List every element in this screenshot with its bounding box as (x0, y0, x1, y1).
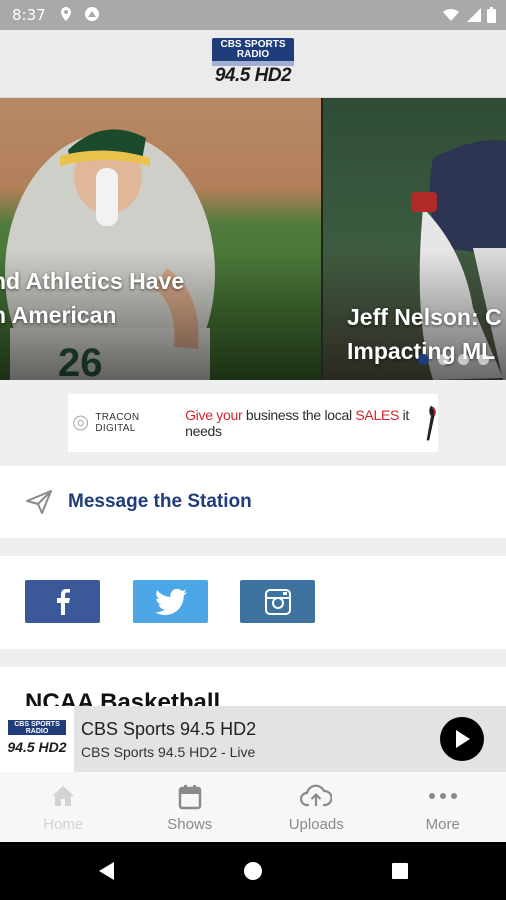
cloud-upload-icon (300, 784, 333, 807)
slide-headline-line1: Jeff Nelson: C (347, 304, 502, 330)
twitter-button[interactable] (133, 580, 208, 623)
player-title: CBS Sports 94.5 HD2 (81, 719, 257, 739)
play-button[interactable] (440, 717, 484, 761)
facebook-button[interactable] (25, 580, 100, 623)
ad-text-body: business the local (242, 407, 356, 423)
player-logo-brand: CBS SPORTS RADIO (8, 720, 66, 735)
tab-more[interactable]: More (380, 772, 506, 842)
ad-text: Give your business the local SALES it ne… (185, 407, 414, 439)
mini-player[interactable]: CBS SPORTS RADIO 94.5 HD2 CBS Sports 94.… (0, 706, 506, 772)
home-nav-icon[interactable] (243, 861, 263, 881)
home-icon (52, 786, 75, 806)
send-icon (26, 490, 52, 514)
player-logo-frequency: 94.5 HD2 (7, 739, 67, 755)
player-station-logo: CBS SPORTS RADIO 94.5 HD2 (0, 706, 74, 772)
message-station-card[interactable]: Message the Station (0, 466, 506, 538)
slide-headline: nd Athletics Have n American (0, 264, 184, 332)
carousel-slide[interactable]: Jeff Nelson: C Impacting ML (323, 98, 506, 380)
logo-brand: CBS SPORTS RADIO (212, 38, 294, 61)
carousel-dot[interactable] (458, 354, 469, 365)
app-header: CBS SPORTS RADIO 94.5 HD2 (0, 30, 506, 98)
status-time: 8:37 (12, 6, 46, 24)
android-nav-bar (0, 842, 506, 900)
instagram-icon (264, 588, 291, 615)
player-subtitle: CBS Sports 94.5 HD2 - Live (81, 744, 256, 760)
tab-more-label: More (425, 816, 460, 833)
tracon-logo-icon (73, 415, 89, 431)
recents-icon[interactable] (390, 861, 410, 881)
section-title: NCAA Basketball (25, 689, 221, 707)
ad-text-sales: SALES (355, 407, 400, 423)
carousel-dot[interactable] (438, 354, 449, 365)
slide-headline-line2: n American (0, 302, 117, 328)
carousel-dot[interactable] (478, 354, 489, 365)
carousel-dot[interactable] (418, 354, 429, 365)
ad-banner[interactable]: TRACON DIGITAL Give your business the lo… (68, 394, 438, 452)
twitter-icon (154, 588, 187, 615)
back-icon[interactable] (96, 861, 116, 881)
ad-brand: TRACON DIGITAL (95, 412, 140, 434)
tab-home[interactable]: Home (0, 772, 127, 842)
microphone-graphic (426, 405, 436, 441)
logo-frequency: 94.5 HD2 (214, 65, 292, 86)
tab-uploads[interactable]: Uploads (253, 772, 380, 842)
vpn-icon (85, 7, 99, 21)
carousel-slide[interactable]: 26 nd Athletics Have n American (0, 98, 321, 380)
bottom-tab-bar: Home Shows Uploads More (0, 772, 506, 842)
play-icon (456, 730, 470, 748)
wifi-icon (443, 8, 459, 21)
social-links-card (0, 556, 506, 649)
battery-icon (487, 7, 496, 23)
instagram-button[interactable] (240, 580, 315, 623)
carousel-pagination (418, 354, 489, 365)
ad-area: TRACON DIGITAL Give your business the lo… (0, 380, 506, 466)
news-carousel[interactable]: 26 nd Athletics Have n American Jeff Nel… (0, 98, 506, 380)
tab-uploads-label: Uploads (288, 816, 344, 833)
tab-shows[interactable]: Shows (127, 772, 254, 842)
slide-headline-line1: nd Athletics Have (0, 268, 185, 294)
message-station-label: Message the Station (68, 491, 252, 512)
calendar-icon (178, 785, 201, 810)
station-logo[interactable]: CBS SPORTS RADIO 94.5 HD2 (212, 38, 294, 90)
tab-home-label: Home (43, 816, 84, 833)
signal-icon (467, 8, 481, 22)
more-dots-icon (428, 793, 457, 799)
location-icon (61, 7, 71, 21)
facebook-icon (56, 588, 70, 615)
ad-text-highlight: Give your (185, 407, 243, 423)
status-bar: 8:37 (0, 0, 506, 30)
tab-shows-label: Shows (167, 816, 213, 833)
section-card: NCAA Basketball (0, 667, 506, 707)
